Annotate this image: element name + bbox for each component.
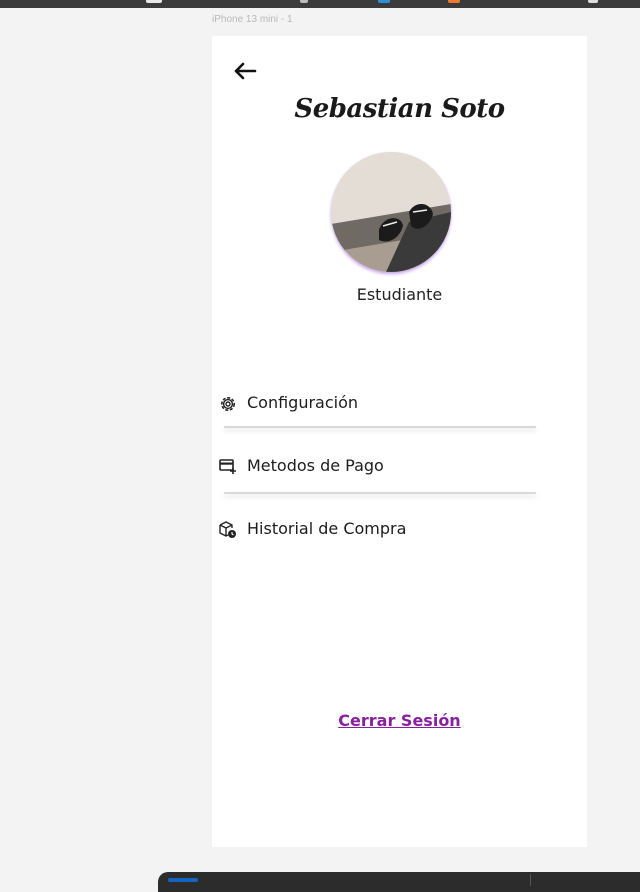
avatar-photo — [331, 152, 451, 272]
taskbar — [158, 872, 640, 892]
menu-item-label: Metodos de Pago — [247, 456, 384, 475]
divider — [224, 426, 536, 428]
menu-item-label: Configuración — [247, 393, 359, 412]
taskbar-item[interactable] — [168, 878, 198, 882]
toolbar-icon[interactable] — [588, 0, 598, 3]
menu-item-historial-de-compra[interactable]: Historial de Compra — [218, 515, 548, 545]
toolbar-icon[interactable] — [146, 0, 162, 3]
menu-item-configuracion[interactable]: Configuración — [218, 389, 548, 419]
toolbar-icon[interactable] — [448, 0, 460, 3]
toolbar-icon[interactable] — [300, 0, 308, 3]
menu-item-label: Historial de Compra — [247, 519, 407, 538]
menu-item-metodos-de-pago[interactable]: Metodos de Pago — [218, 452, 548, 482]
avatar — [331, 152, 451, 272]
phone-screen: Sebastian Soto Estudiante Configuración — [212, 36, 587, 847]
divider — [224, 492, 536, 494]
profile-name: Sebastian Soto — [294, 94, 505, 124]
profile-role: Estudiante — [356, 285, 443, 304]
taskbar-separator — [530, 874, 531, 886]
frame-label: iPhone 13 mini - 1 — [212, 14, 293, 25]
box-clock-icon — [218, 520, 238, 540]
toolbar-icon[interactable] — [378, 0, 390, 3]
editor-top-toolbar — [0, 0, 640, 8]
gear-icon — [218, 394, 238, 414]
credit-card-add-icon — [218, 457, 238, 477]
logout-link[interactable]: Cerrar Sesión — [212, 711, 587, 730]
back-button[interactable] — [232, 60, 258, 82]
arrow-left-icon — [234, 62, 257, 80]
